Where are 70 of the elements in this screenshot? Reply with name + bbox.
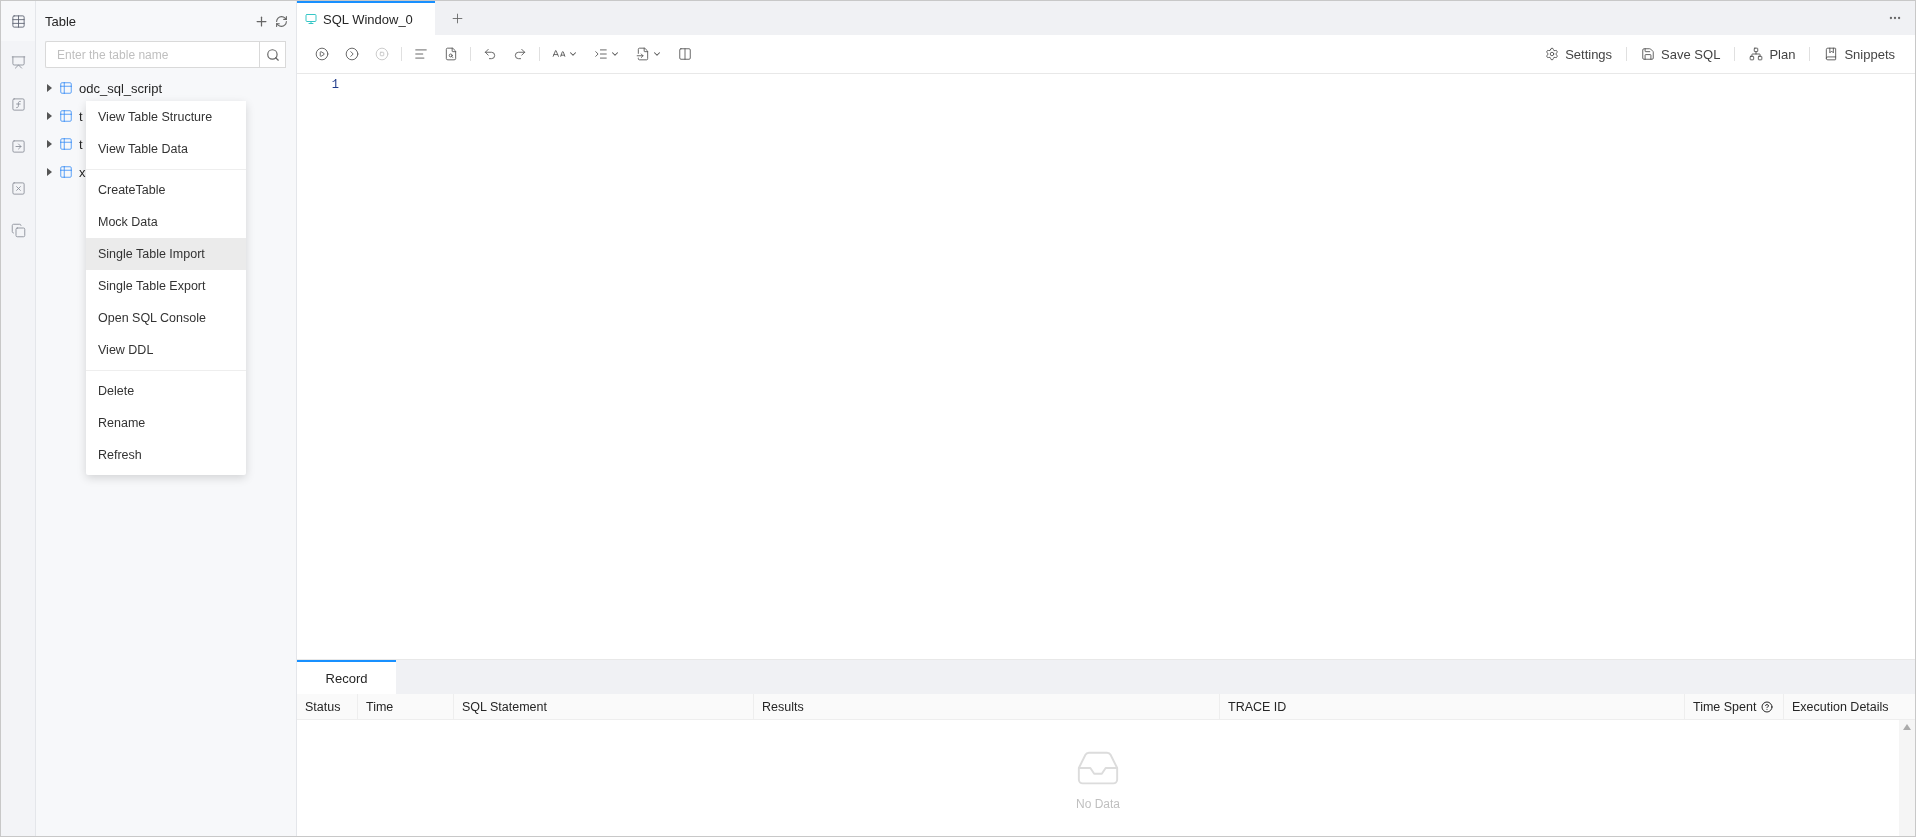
caret-icon[interactable] [45, 112, 53, 120]
tree-item[interactable]: t [79, 136, 83, 152]
table-icon [59, 165, 73, 179]
chart-icon [10, 54, 26, 70]
menu-item[interactable]: View Table Structure [86, 101, 246, 133]
menu-item[interactable]: Rename [86, 407, 246, 439]
file-import-icon [636, 47, 650, 61]
caret-icon [610, 49, 620, 59]
arrow-box-icon [10, 138, 26, 154]
help-icon[interactable] [1761, 700, 1774, 713]
scroll-up-icon[interactable] [1903, 724, 1911, 730]
redo-icon [513, 47, 527, 61]
settings-icon [1545, 47, 1560, 61]
menu-item[interactable]: View DDL [86, 334, 246, 366]
caret-icon[interactable] [45, 140, 53, 148]
menu-item[interactable]: Single Table Export [86, 270, 246, 302]
bookmark-icon [1824, 47, 1839, 61]
menu-item[interactable]: View Table Data [86, 133, 246, 165]
column-header: TRACE ID [1219, 694, 1684, 719]
menu-item[interactable]: Mock Data [86, 206, 246, 238]
cross-box-icon [10, 180, 26, 196]
columns-icon [678, 47, 692, 61]
menu-item[interactable]: Refresh [86, 439, 246, 471]
editor-tab[interactable]: SQL Window_0 [297, 1, 435, 35]
result-tab[interactable]: Record [297, 660, 396, 694]
hierarchy-icon [1749, 47, 1764, 61]
table-icon [59, 109, 73, 123]
tree-item[interactable]: t [79, 108, 83, 124]
scrollbar[interactable] [1899, 720, 1915, 836]
menu-item[interactable]: Single Table Import [86, 238, 246, 270]
monitor-icon [305, 13, 317, 25]
refresh-icon[interactable] [275, 14, 288, 28]
toolbar-button[interactable]: Snippets [1814, 46, 1905, 62]
menu-item[interactable]: Delete [86, 375, 246, 407]
copy-icon [10, 222, 26, 238]
search-field[interactable]: Enter the table name [45, 41, 259, 68]
toolbar-button[interactable]: Settings [1535, 46, 1623, 62]
function-icon [10, 96, 26, 112]
tree-item[interactable]: x [79, 164, 86, 180]
add-icon[interactable] [254, 13, 269, 29]
table-icon [59, 81, 73, 95]
caret-icon [568, 49, 578, 59]
table-icon [10, 13, 26, 29]
line-number: 1 [330, 78, 339, 94]
play-icon [315, 47, 329, 61]
caret-icon[interactable] [45, 168, 53, 176]
play-step-icon [345, 47, 359, 61]
toolbar-button[interactable]: Save SQL [1631, 46, 1731, 62]
empty-text: No Data [1076, 797, 1120, 811]
column-header: Status [304, 698, 342, 716]
column-header: Time Spent [1684, 694, 1783, 719]
caret-icon[interactable] [45, 84, 53, 92]
menu-item[interactable]: CreateTable [86, 174, 246, 206]
table-icon [59, 137, 73, 151]
column-header: Time [357, 694, 453, 719]
undo-icon [483, 47, 497, 61]
menu-item[interactable]: Open SQL Console [86, 302, 246, 334]
align-icon [414, 47, 428, 61]
toolbar-button[interactable]: Plan [1739, 46, 1806, 62]
column-header: Execution Details [1783, 694, 1915, 719]
sidebar-title: Table [45, 13, 78, 29]
indent-icon [594, 47, 608, 61]
file-search-icon [444, 47, 458, 61]
stop-icon [375, 47, 389, 61]
column-header: Results [753, 694, 1219, 719]
save-icon [1641, 47, 1656, 61]
search-icon[interactable] [259, 41, 286, 68]
column-header: SQL Statement [453, 694, 753, 719]
caret-icon [652, 49, 662, 59]
tree-item[interactable]: odc_sql_script [79, 80, 163, 96]
